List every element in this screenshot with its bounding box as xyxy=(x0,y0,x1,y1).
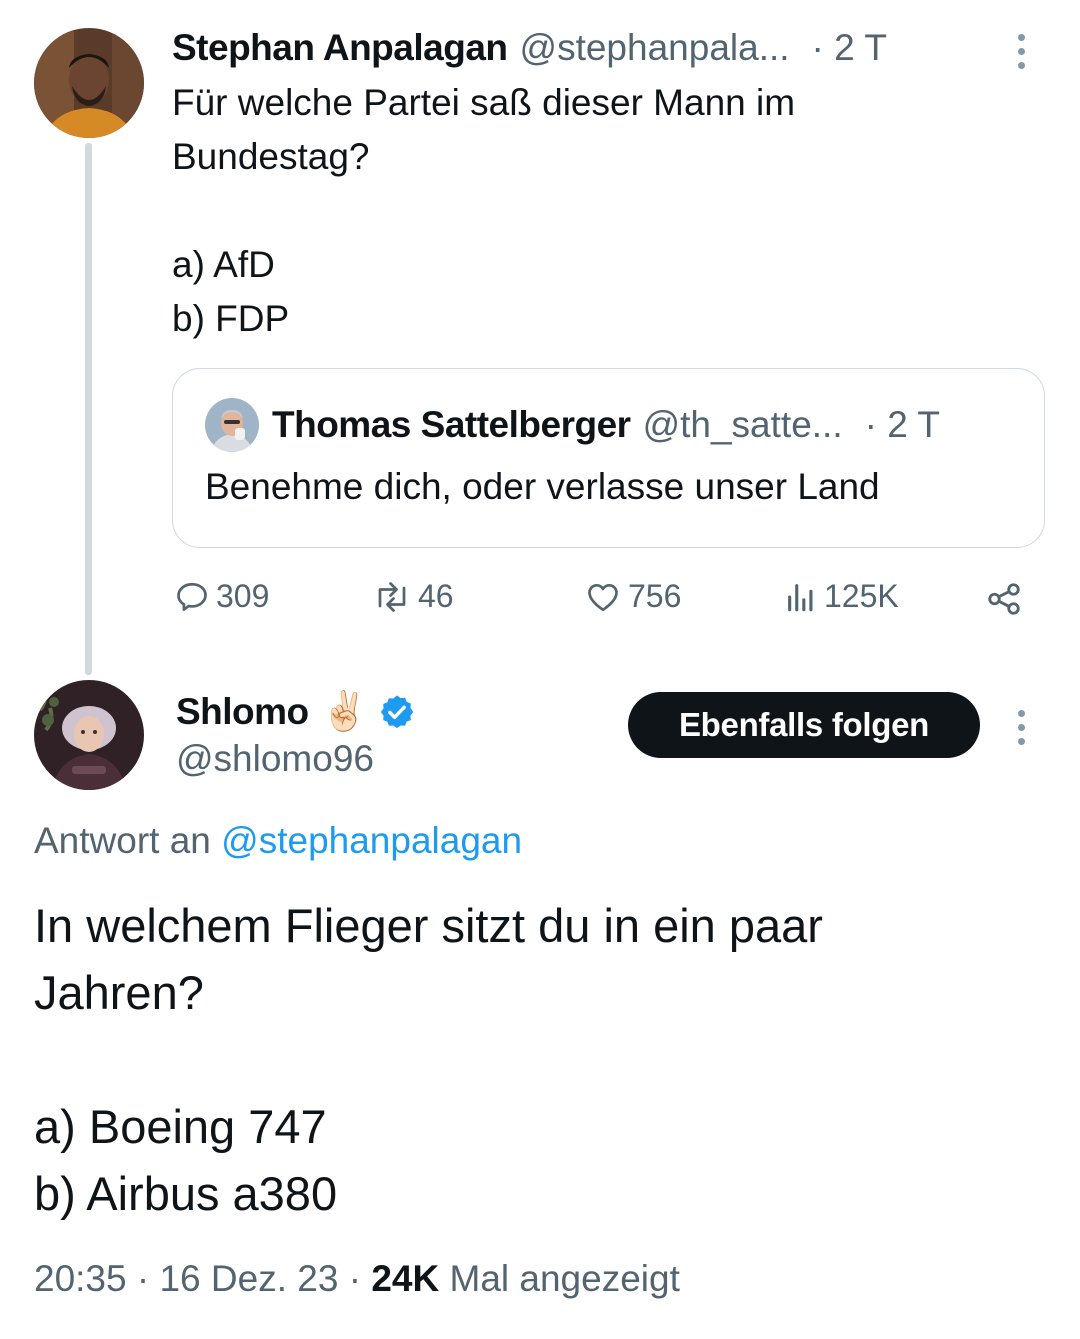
tweet-text: Für welche Partei saß dieser Mann im Bun… xyxy=(172,82,796,339)
avatar-shlomo[interactable] xyxy=(34,680,144,790)
victory-hand-emoji: ✌🏻 xyxy=(320,691,368,733)
quoted-tweet[interactable] xyxy=(172,368,1045,548)
meta-separator: · xyxy=(348,1258,372,1299)
quote-time: · 2 T xyxy=(864,404,941,445)
retweet-icon xyxy=(378,581,406,612)
tweet-time[interactable]: · 2 T xyxy=(812,27,887,69)
retweet-button[interactable]: 46 xyxy=(372,578,454,615)
tweet-meta: 20:35 · 16 Dez. 23 · 24K Mal angezeigt xyxy=(34,1258,680,1300)
views-label: Mal angezeigt xyxy=(449,1258,680,1299)
reply-context: Antwort an @stephanpalagan xyxy=(34,820,522,862)
reply-icon xyxy=(177,582,207,611)
avatar-thomas[interactable] xyxy=(205,398,259,452)
main-author-handle[interactable]: @shlomo96 xyxy=(176,738,374,780)
views-count: 125K xyxy=(824,578,899,614)
reply-button[interactable]: 309 xyxy=(174,578,269,615)
reply-prefix: Antwort an xyxy=(34,820,211,861)
main-author-name[interactable]: Shlomo xyxy=(176,691,309,733)
quote-author-handle: @th_satte... xyxy=(642,404,843,445)
quote-text: Benehme dich, oder verlasse unser Land xyxy=(205,466,880,507)
views-icon xyxy=(788,583,813,611)
like-icon xyxy=(588,583,618,611)
share-icon[interactable] xyxy=(985,580,1023,623)
more-icon[interactable] xyxy=(1018,34,1025,69)
avatar-stephan[interactable] xyxy=(34,28,144,138)
tweet-date[interactable]: 16 Dez. 23 xyxy=(159,1258,338,1299)
author-handle[interactable]: @stephanpala... xyxy=(520,27,790,69)
reply-to-link[interactable]: @stephanpalagan xyxy=(221,820,522,861)
reply-count: 309 xyxy=(216,578,270,614)
meta-separator: · xyxy=(136,1258,160,1299)
like-count: 756 xyxy=(628,578,682,614)
main-author-row: Shlomo ✌🏻 xyxy=(176,686,416,738)
follow-back-button[interactable]: Ebenfalls folgen xyxy=(628,692,980,758)
tweet-time[interactable]: 20:35 xyxy=(34,1258,127,1299)
more-icon[interactable] xyxy=(1018,710,1025,745)
author-name[interactable]: Stephan Anpalagan xyxy=(172,27,508,69)
views-button[interactable]: 125K xyxy=(784,578,899,615)
quote-header: Thomas Sattelberger @th_satte... · 2 T xyxy=(272,400,1032,450)
retweet-count: 46 xyxy=(418,578,454,614)
quote-author-name: Thomas Sattelberger xyxy=(272,404,631,445)
verified-badge-icon xyxy=(380,695,414,729)
tweet-header: Stephan Anpalagan @stephanpala... · 2 T xyxy=(172,22,1012,74)
views-number: 24K xyxy=(371,1258,440,1299)
like-button[interactable]: 756 xyxy=(584,578,681,615)
main-tweet-text: In welchem Flieger sitzt du in ein paar … xyxy=(34,899,823,1220)
thread-line xyxy=(85,143,92,675)
